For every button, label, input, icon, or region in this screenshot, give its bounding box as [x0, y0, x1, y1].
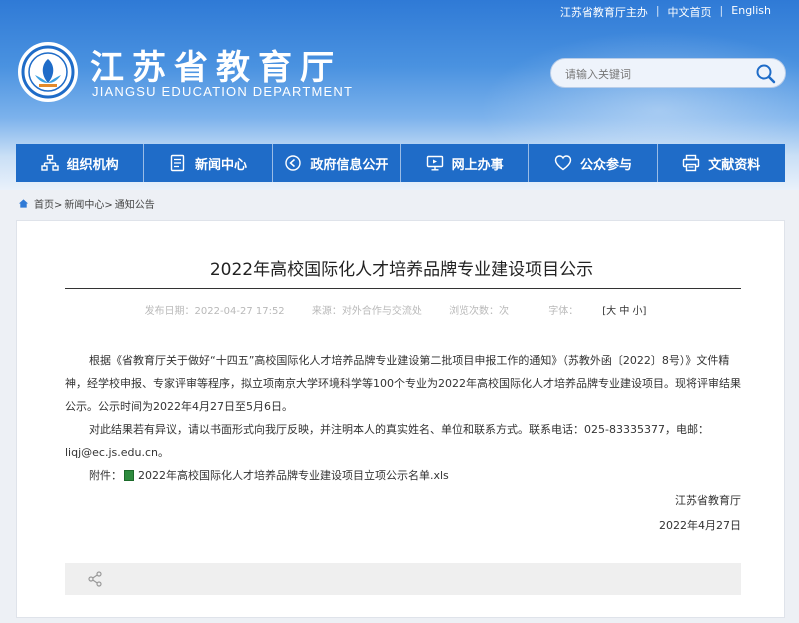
article-title: 2022年高校国际化人才培养品牌专业建设项目公示: [209, 260, 594, 280]
paragraph-contact: 对此结果若有异议，请以书面形式向我厅反映，并注明本人的真实姓名、单位和联系方式。…: [65, 423, 709, 459]
english-link[interactable]: English: [723, 4, 779, 20]
article-meta: 发布日期：2022-04-27 17:52 来源：对外合作与交流处 浏览次数：次…: [17, 302, 786, 317]
news-icon: [170, 154, 185, 172]
printer-icon: [683, 154, 700, 172]
top-links: 江苏省教育厅主办 | 中文首页 | English: [552, 4, 779, 20]
main-nav: 组织机构 新闻中心 政府信息公开 网上办事 公众参与 文献资料: [16, 144, 785, 182]
font-size-label: 字体：: [548, 306, 579, 317]
breadcrumb-notices[interactable]: 通知公告: [115, 196, 155, 211]
emblem-icon: [21, 45, 75, 99]
title-divider: [65, 288, 741, 289]
nav-label: 文献资料: [708, 157, 761, 173]
sign-date: 2022年4月27日: [659, 519, 741, 532]
search-box: [550, 58, 786, 88]
breadcrumb-news[interactable]: 新闻中心>: [64, 196, 112, 211]
site-subtitle: JIANGSU EDUCATION DEPARTMENT: [92, 84, 354, 99]
article-panel: 2022年高校国际化人才培养品牌专业建设项目公示 发布日期：2022-04-27…: [16, 220, 785, 618]
attachment-label: 附件：: [89, 469, 122, 482]
signature: 江苏省教育厅: [675, 494, 741, 507]
share-icon[interactable]: [87, 571, 103, 587]
nav-label: 组织机构: [66, 157, 119, 173]
breadcrumb: 首页> 新闻中心> 通知公告: [18, 196, 155, 211]
nav-item-online-services[interactable]: 网上办事: [401, 144, 530, 182]
heart-icon: [554, 155, 572, 171]
publish-date: 发布日期：2022-04-27 17:52: [144, 306, 285, 317]
nav-label: 网上办事: [451, 157, 504, 173]
share-bar: [65, 563, 741, 595]
paragraph-main: 根据《省教育厅关于做好“十四五”高校国际化人才培养品牌专业建设第二批项目申报工作…: [65, 354, 741, 413]
nav-item-documents[interactable]: 文献资料: [658, 144, 785, 182]
nav-label: 政府信息公开: [310, 157, 389, 173]
search-input[interactable]: [565, 65, 745, 83]
site-title: 江苏省教育厅: [90, 48, 342, 88]
font-size-options[interactable]: [大 中 小]: [602, 306, 646, 317]
nav-label: 公众参与: [579, 157, 632, 173]
info-disclosure-icon: [285, 155, 302, 171]
attachment-link[interactable]: 2022年高校国际化人才培养品牌专业建设项目立项公示名单.xls: [138, 464, 449, 487]
attachment-row: 附件： 2022年高校国际化人才培养品牌专业建设项目立项公示名单.xls: [65, 464, 741, 487]
nav-item-info-disclosure[interactable]: 政府信息公开: [273, 144, 401, 182]
font-size-control: 字体： [大 中 小]: [536, 306, 658, 317]
excel-file-icon: [124, 470, 134, 481]
article-source: 来源：对外合作与交流处: [311, 306, 422, 317]
org-chart-icon: [40, 154, 59, 171]
top-link-divider: |: [719, 4, 724, 17]
home-icon: [18, 199, 29, 208]
breadcrumb-home[interactable]: 首页>: [34, 196, 62, 211]
monitor-icon: [426, 155, 443, 171]
view-count: 浏览次数：次: [449, 306, 510, 317]
top-link-divider: |: [655, 4, 660, 17]
sponsor-text: 江苏省教育厅主办: [559, 6, 648, 19]
nav-label: 新闻中心: [194, 157, 247, 173]
search-icon[interactable]: [755, 63, 777, 85]
nav-item-public-participation[interactable]: 公众参与: [529, 144, 658, 182]
site-logo[interactable]: [18, 42, 78, 102]
article-body: 根据《省教育厅关于做好“十四五”高校国际化人才培养品牌专业建设第二批项目申报工作…: [65, 349, 741, 537]
nav-item-organization[interactable]: 组织机构: [16, 144, 145, 182]
nav-item-news[interactable]: 新闻中心: [144, 144, 273, 182]
chinese-home-link[interactable]: 中文首页: [660, 4, 720, 20]
